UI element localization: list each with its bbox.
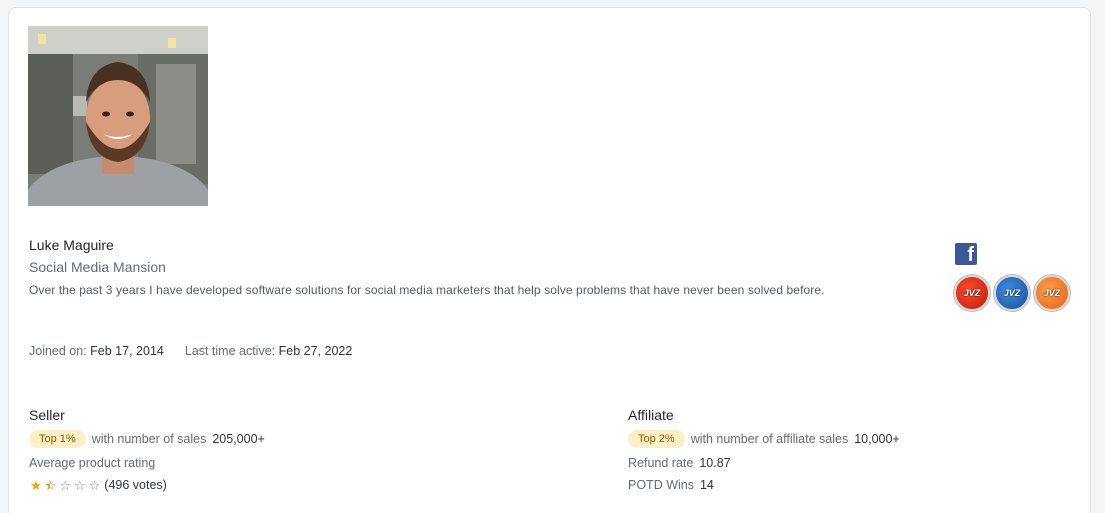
seller-rank-badge: Top 1%: [29, 430, 86, 448]
star-empty-icon: ☆: [88, 477, 101, 493]
last-active-value: Feb 27, 2022: [278, 344, 353, 358]
potd-wins-value: 14: [699, 478, 714, 492]
profile-bio: Over the past 3 years I have developed s…: [29, 283, 825, 297]
affiliate-sales-row: Top 2% with number of affiliate sales 10…: [628, 430, 900, 448]
profile-dates: Joined on: Feb 17, 2014 Last time active…: [29, 344, 352, 358]
star-empty-icon: ☆: [73, 477, 86, 493]
seller-rating-label: Average product rating: [29, 456, 156, 470]
joined-label: Joined on:: [29, 344, 87, 358]
facebook-glyph: f: [967, 244, 974, 265]
joined-value: Feb 17, 2014: [90, 344, 164, 358]
refund-rate-value: 10.87: [699, 456, 731, 470]
seller-sales-value: 205,000+: [212, 432, 265, 446]
potd-wins-label: POTD Wins: [628, 478, 694, 492]
affiliate-sales-value: 10,000+: [854, 432, 900, 446]
star-full-icon: ★: [30, 477, 42, 493]
seller-title: Seller: [29, 407, 65, 423]
affiliate-sales-label: with number of affiliate sales: [690, 432, 849, 446]
rating-stars: ★☆☆☆☆: [30, 479, 100, 492]
badges-row: JVZ JVZ JVZ: [954, 275, 1070, 311]
affiliate-rank-badge: Top 2%: [628, 430, 685, 448]
seller-sales-label: with number of sales: [91, 432, 207, 446]
refund-rate-row: Refund rate 10.87: [628, 456, 731, 470]
potd-wins-row: POTD Wins 14: [628, 478, 714, 492]
seller-sales-row: Top 1% with number of sales 205,000+: [29, 430, 265, 448]
seller-rating-row: ★☆☆☆☆ (496 votes): [30, 478, 167, 492]
last-active-label: Last time active:: [184, 344, 276, 358]
profile-name: Luke Maguire: [29, 237, 114, 253]
refund-rate-label: Refund rate: [628, 456, 694, 470]
facebook-icon[interactable]: f: [955, 243, 977, 265]
vendor-profile-card: Luke Maguire Social Media Mansion Over t…: [8, 7, 1091, 513]
star-half-icon: ☆: [45, 479, 57, 492]
seller-votes: (496 votes): [104, 478, 167, 492]
affiliate-title: Affiliate: [628, 407, 674, 423]
profile-avatar: [28, 26, 208, 206]
profile-company[interactable]: Social Media Mansion: [29, 259, 166, 275]
jvzoo-badge-orange-icon: JVZ: [1034, 275, 1070, 311]
jvzoo-badge-blue-icon: JVZ: [994, 275, 1030, 311]
jvzoo-badge-red-icon: JVZ: [954, 275, 990, 311]
star-empty-icon: ☆: [59, 477, 71, 493]
